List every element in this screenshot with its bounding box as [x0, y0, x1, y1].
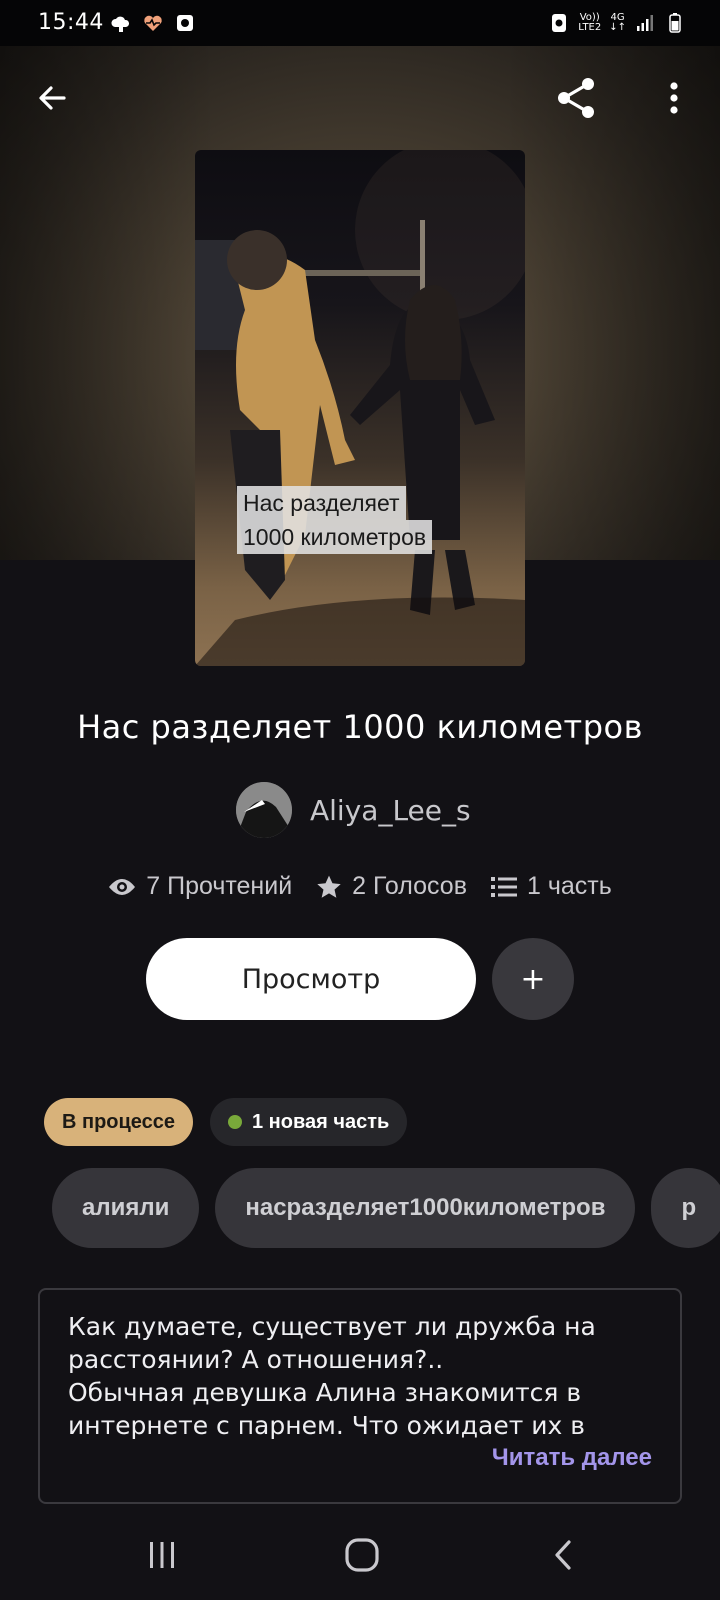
health-icon	[144, 15, 162, 31]
votes-count: 2 Голосов	[352, 872, 467, 900]
status-time: 15:44	[38, 10, 104, 35]
read-button[interactable]: Просмотр	[146, 938, 476, 1020]
system-status: Vo)) LTE2 4G ↓↑	[548, 12, 686, 34]
add-to-library-button[interactable]: +	[492, 938, 574, 1020]
arrow-left-icon	[39, 86, 66, 110]
description-text: Как думаете, существует ли дружба на рас…	[68, 1312, 596, 1440]
author-name[interactable]: Aliya_Lee_s	[310, 794, 471, 827]
signal-icon	[637, 15, 653, 31]
status-bar: 15:44 Vo)) LTE2 4G ↓↑	[0, 0, 720, 46]
parts-stat: 1 часть	[490, 872, 612, 901]
cover-photo-illustration	[195, 150, 525, 666]
data-saver-icon	[552, 14, 567, 32]
battery-icon	[669, 13, 681, 33]
avatar-image	[236, 782, 292, 838]
eye-icon	[109, 878, 136, 895]
votes-stat: 2 Голосов	[316, 872, 467, 901]
author-avatar[interactable]	[236, 782, 292, 838]
lte-label: LTE2	[578, 22, 602, 33]
share-button[interactable]	[548, 70, 604, 126]
list-icon	[490, 876, 517, 897]
read-more-link[interactable]: Читать далее	[492, 1444, 652, 1472]
star-icon	[317, 875, 341, 898]
parts-count: 1 часть	[526, 872, 612, 900]
tag-item[interactable]: насразделяет1000километров	[215, 1168, 636, 1248]
new-part-badge: 1 новая часть	[210, 1098, 408, 1146]
cover-caption-line-2: 1000 километров	[237, 520, 433, 554]
story-title: Нас разделяет 1000 километров	[77, 708, 643, 746]
description-card[interactable]: Как думаете, существует ли дружба на рас…	[38, 1288, 682, 1504]
more-options-button[interactable]	[646, 70, 702, 126]
home-icon	[345, 1538, 379, 1572]
tag-item[interactable]: р	[651, 1168, 720, 1248]
more-vertical-icon	[670, 82, 678, 114]
network-type: 4G ↓↑	[609, 13, 626, 33]
recent-apps-icon	[150, 1542, 174, 1568]
status-badge: В процессе	[44, 1098, 194, 1146]
system-nav-bar	[0, 1510, 720, 1600]
story-stats: 7 Прочтений 2 Голосов 1 часть	[0, 872, 720, 901]
nav-back-button[interactable]	[524, 1510, 604, 1600]
green-dot-icon	[228, 1115, 242, 1129]
author-link[interactable]: Aliya_Lee_s	[236, 782, 471, 838]
reads-count: 7 Прочтений	[146, 872, 293, 900]
volte-indicator: Vo)) LTE2	[578, 13, 601, 33]
story-cover[interactable]: Нас разделяет 1000 километров	[195, 150, 525, 666]
share-icon	[558, 78, 594, 118]
chevron-left-icon	[555, 1540, 571, 1570]
new-part-label: 1 новая часть	[252, 1110, 390, 1133]
recent-apps-button[interactable]	[122, 1510, 202, 1600]
back-button[interactable]	[24, 70, 80, 126]
cover-caption-line-1: Нас разделяет	[237, 486, 406, 520]
screen-record-icon	[177, 15, 193, 31]
cover-caption: Нас разделяет 1000 километров	[237, 486, 485, 554]
tag-item[interactable]: алияли	[52, 1168, 200, 1248]
tag-list: алияли насразделяет1000километров р	[52, 1168, 720, 1248]
notification-icons	[110, 12, 196, 34]
reads-stat: 7 Прочтений	[108, 872, 292, 901]
home-button[interactable]	[322, 1510, 402, 1600]
cloud-icon	[111, 16, 130, 32]
data-arrows-icon: ↓↑	[609, 22, 626, 33]
